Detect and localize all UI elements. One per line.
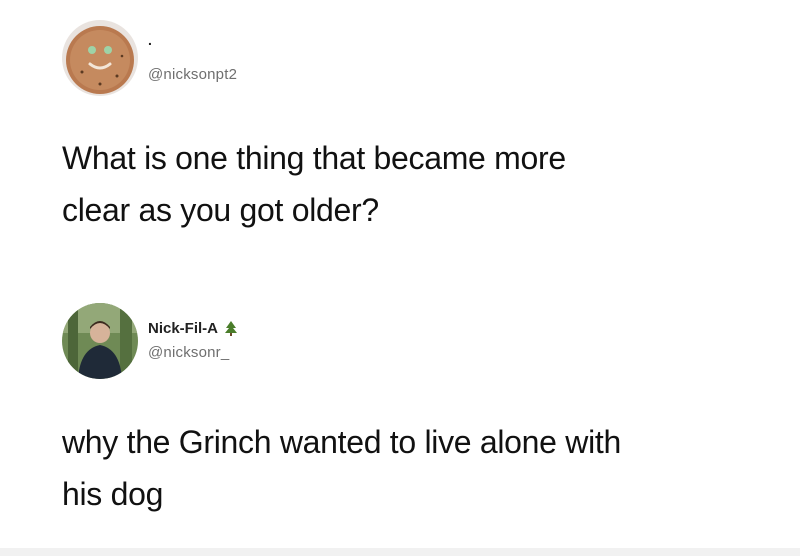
- bottom-divider: [0, 548, 800, 556]
- tweet-text-line: clear as you got older?: [62, 192, 379, 228]
- display-name-text: Nick-Fil-A: [148, 320, 219, 337]
- tweet-text-line: What is one thing that became more: [62, 140, 566, 176]
- tweet-text-line: his dog: [62, 476, 164, 512]
- tweet-text: What is one thing that became more clear…: [62, 132, 566, 236]
- tree-icon: [225, 320, 238, 336]
- tweet-text-line: why the Grinch wanted to live alone with: [62, 424, 621, 460]
- person-photo-icon: [62, 303, 138, 379]
- display-name[interactable]: .: [148, 32, 152, 48]
- avatar-gingerbread[interactable]: [62, 20, 138, 96]
- gingerbread-cookie-icon: [62, 20, 138, 96]
- tweet-text: why the Grinch wanted to live alone with…: [62, 416, 621, 520]
- user-handle[interactable]: @nicksonr_: [148, 344, 229, 361]
- avatar-person[interactable]: [62, 303, 138, 379]
- user-handle[interactable]: @nicksonpt2: [148, 66, 237, 83]
- display-name[interactable]: Nick-Fil-A: [148, 320, 238, 337]
